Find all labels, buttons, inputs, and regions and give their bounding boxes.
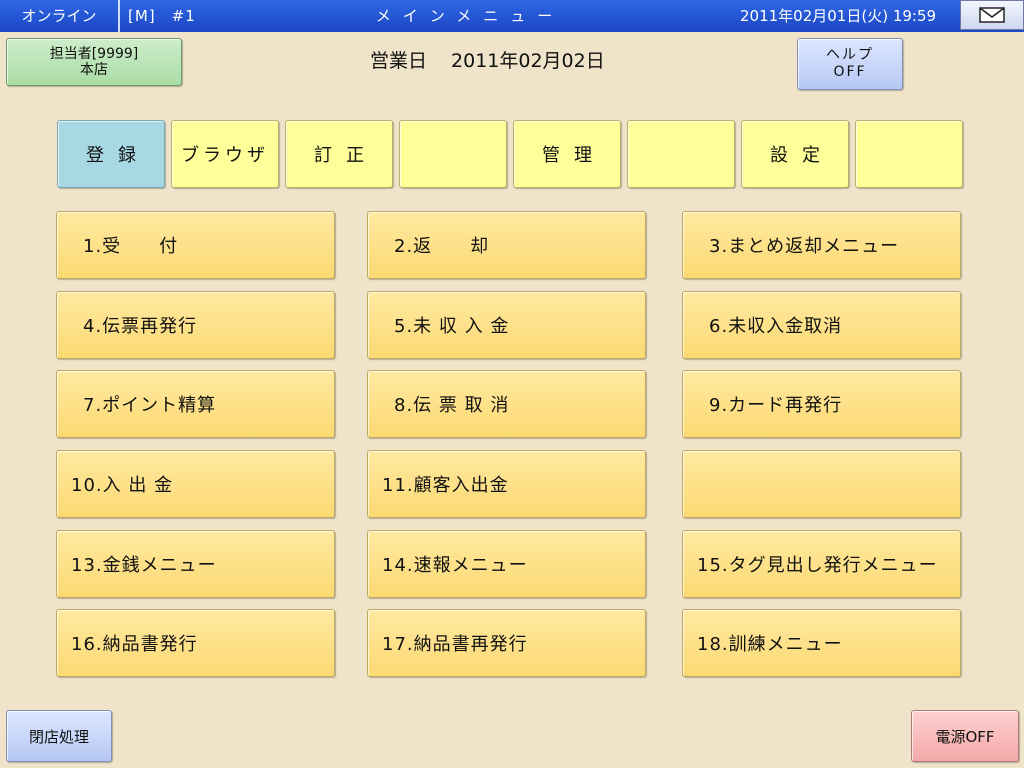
menu-unpaid-cancel[interactable]: 6.未収入金取消: [682, 291, 961, 359]
menu-training[interactable]: 18.訓練メニュー: [682, 609, 961, 677]
screen-title: メインメニュー: [375, 7, 565, 25]
connection-status: オンライン: [0, 0, 120, 32]
business-date-label: 営業日: [370, 50, 428, 72]
menu-reception[interactable]: 1.受 付: [56, 211, 335, 279]
power-off-button[interactable]: 電源OFF: [911, 710, 1019, 762]
menu-reissue-slip[interactable]: 4.伝票再発行: [56, 291, 335, 359]
menu-flash-report[interactable]: 14.速報メニュー: [367, 530, 646, 598]
help-label: ヘルプ: [826, 47, 874, 63]
mail-icon: [979, 7, 1005, 23]
menu-card-reissue[interactable]: 9.カード再発行: [682, 370, 961, 438]
menu-point-settlement[interactable]: 7.ポイント精算: [56, 370, 335, 438]
menu-slip-cancel[interactable]: 8.伝 票 取 消: [367, 370, 646, 438]
menu-cash-in-out[interactable]: 10.入 出 金: [56, 450, 335, 518]
tab-settings[interactable]: 設定: [741, 120, 849, 188]
mode-code: [M] #1: [128, 7, 196, 25]
help-toggle-button[interactable]: ヘルプ OFF: [797, 38, 903, 90]
menu-delivery-note-reissue[interactable]: 17.納品書再発行: [367, 609, 646, 677]
staff-id: 担当者[9999]: [49, 46, 139, 62]
store-name: 本店: [80, 62, 108, 78]
tab-browser[interactable]: ブラウザ: [171, 120, 279, 188]
mail-button[interactable]: [960, 0, 1024, 30]
tab-correction[interactable]: 訂正: [285, 120, 393, 188]
help-state: OFF: [833, 64, 867, 80]
menu-batch-return[interactable]: 3.まとめ返却メニュー: [682, 211, 961, 279]
tab-register[interactable]: 登録: [57, 120, 165, 188]
menu-delivery-note[interactable]: 16.納品書発行: [56, 609, 335, 677]
menu-tag-issue[interactable]: 15.タグ見出し発行メニュー: [682, 530, 961, 598]
menu-return[interactable]: 2.返 却: [367, 211, 646, 279]
tab-empty-2[interactable]: [627, 120, 735, 188]
current-datetime: 2011年02月01日(火) 19:59: [740, 7, 937, 25]
tab-empty-1[interactable]: [399, 120, 507, 188]
menu-unpaid[interactable]: 5.未 収 入 金: [367, 291, 646, 359]
title-bar: オンライン [M] #1 メインメニュー 2011年02月01日(火) 19:5…: [0, 0, 1024, 32]
staff-button[interactable]: 担当者[9999] 本店: [6, 38, 182, 86]
business-date-value: 2011年02月02日: [451, 50, 605, 72]
menu-empty[interactable]: [682, 450, 961, 518]
tab-empty-3[interactable]: [855, 120, 963, 188]
menu-money[interactable]: 13.金銭メニュー: [56, 530, 335, 598]
close-store-button[interactable]: 閉店処理: [6, 710, 112, 762]
tab-management[interactable]: 管理: [513, 120, 621, 188]
business-date: 営業日 2011年02月02日: [370, 46, 629, 73]
menu-customer-cash[interactable]: 11.顧客入出金: [367, 450, 646, 518]
